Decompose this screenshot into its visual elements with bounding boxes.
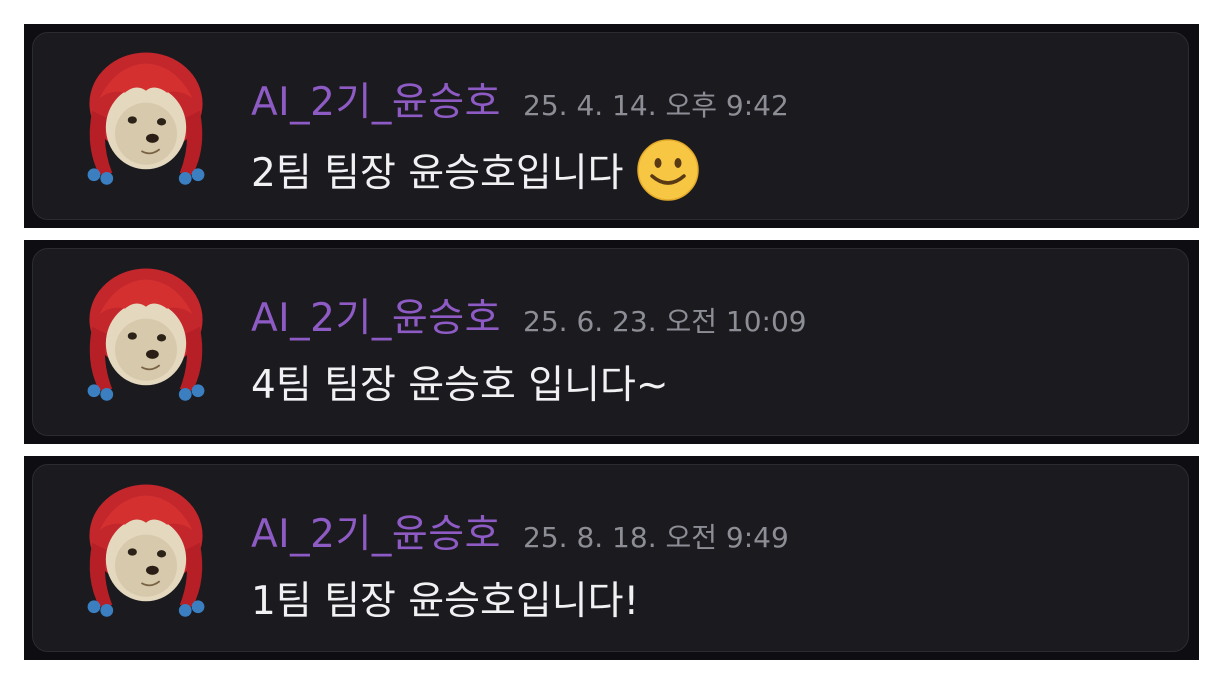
user-avatar[interactable] [73, 47, 219, 193]
timestamp: 25. 4. 14. 오후 9:42 [523, 89, 789, 122]
message-header: AI_2기_윤승호 25. 8. 18. 오전 9:49 [251, 503, 789, 559]
message-header: AI_2기_윤승호 25. 6. 23. 오전 10:09 [251, 287, 807, 343]
message-panel: AI_2기_윤승호 25. 6. 23. 오전 10:09 4팀 팀장 윤승호 … [24, 240, 1199, 444]
message-text-row: 4팀 팀장 윤승호 입니다~ [251, 354, 669, 410]
timestamp: 25. 8. 18. 오전 9:49 [523, 521, 789, 554]
slightly-smiling-face-icon [635, 138, 700, 202]
user-avatar[interactable] [73, 263, 219, 409]
message-text-row: 2팀 팀장 윤승호입니다 [251, 138, 700, 202]
message-text: 2팀 팀장 윤승호입니다 [251, 151, 624, 196]
message-text: 4팀 팀장 윤승호 입니다~ [251, 363, 669, 408]
message-card: AI_2기_윤승호 25. 8. 18. 오전 9:49 1팀 팀장 윤승호입니… [32, 464, 1189, 652]
user-avatar[interactable] [73, 479, 219, 625]
message-card: AI_2기_윤승호 25. 4. 14. 오후 9:42 2팀 팀장 윤승호입니… [32, 32, 1189, 220]
message-panel: AI_2기_윤승호 25. 4. 14. 오후 9:42 2팀 팀장 윤승호입니… [24, 24, 1199, 228]
message-header: AI_2기_윤승호 25. 4. 14. 오후 9:42 [251, 71, 789, 127]
message-panel: AI_2기_윤승호 25. 8. 18. 오전 9:49 1팀 팀장 윤승호입니… [24, 456, 1199, 660]
message-text: 1팀 팀장 윤승호입니다! [251, 579, 640, 624]
message-card: AI_2기_윤승호 25. 6. 23. 오전 10:09 4팀 팀장 윤승호 … [32, 248, 1189, 436]
username[interactable]: AI_2기_윤승호 [251, 503, 501, 559]
username[interactable]: AI_2기_윤승호 [251, 71, 501, 127]
username[interactable]: AI_2기_윤승호 [251, 287, 501, 343]
timestamp: 25. 6. 23. 오전 10:09 [523, 305, 807, 338]
message-text-row: 1팀 팀장 윤승호입니다! [251, 570, 639, 626]
